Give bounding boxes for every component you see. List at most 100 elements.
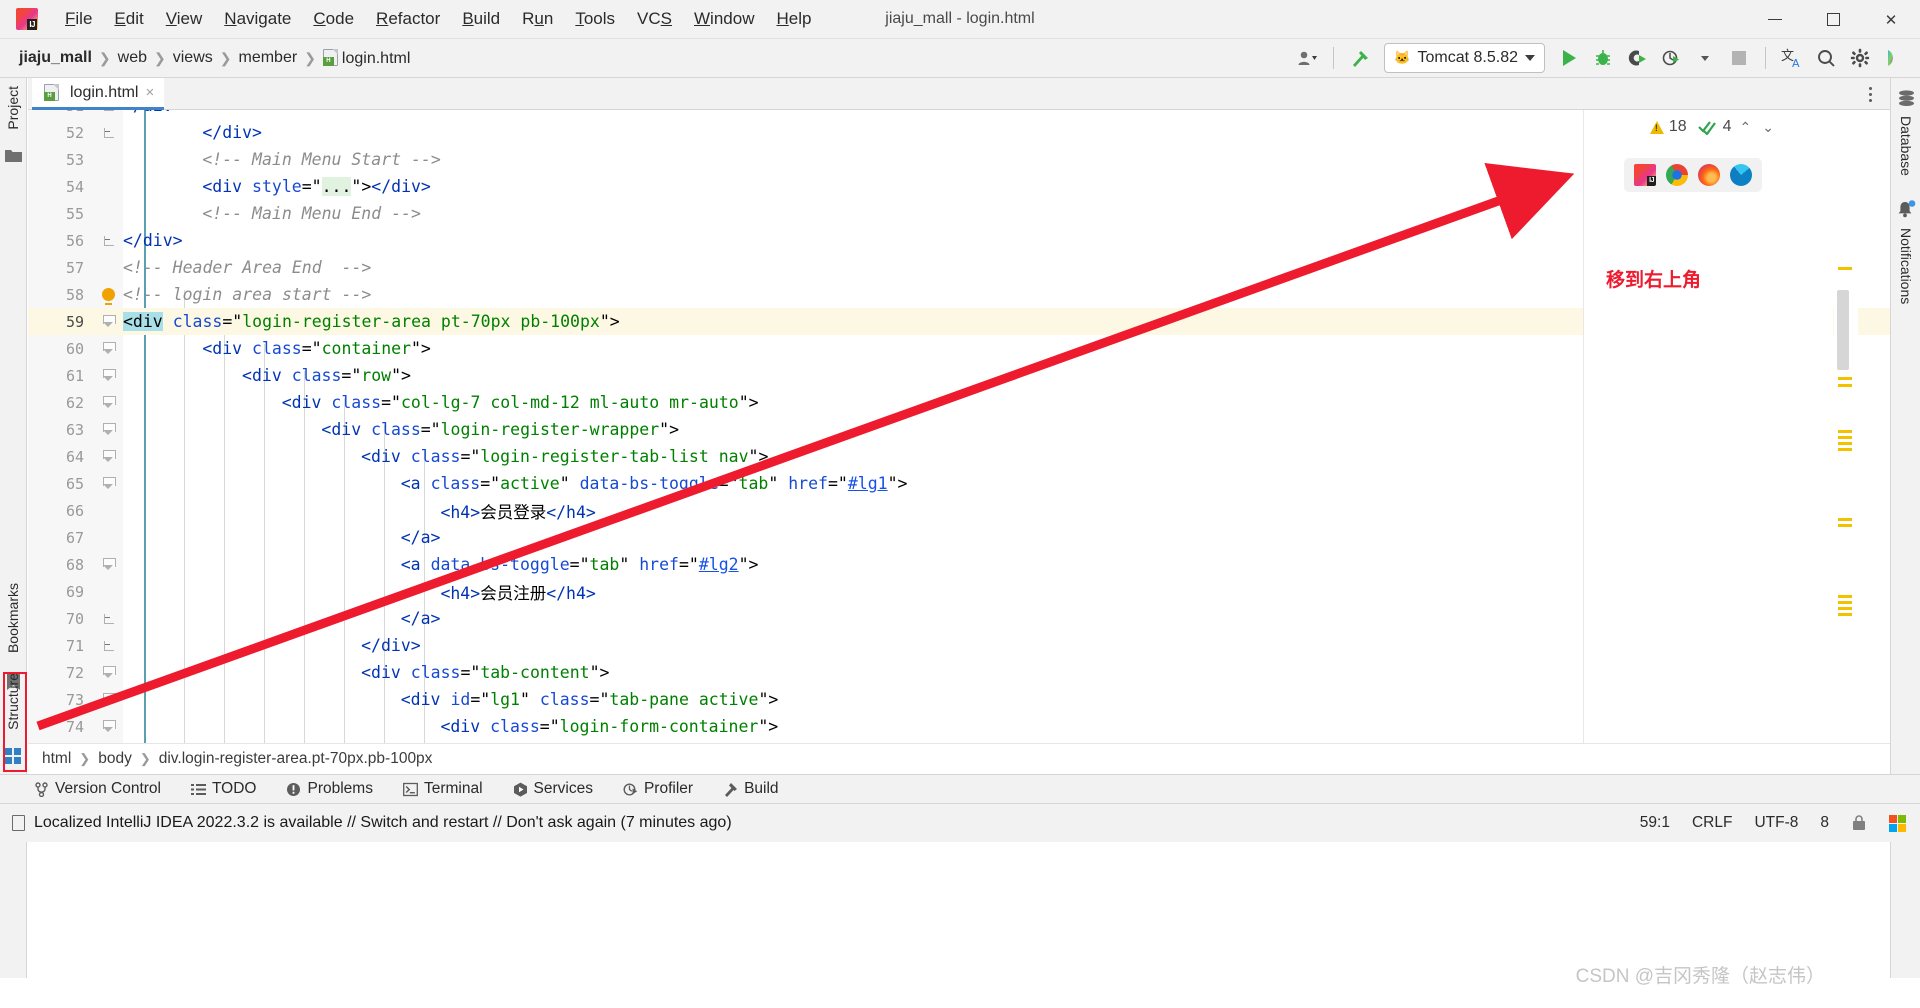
caret-position[interactable]: 59:1	[1640, 814, 1670, 832]
settings-gear-icon[interactable]	[1844, 43, 1876, 73]
breadcrumb-project[interactable]: jiaju_mall	[14, 47, 97, 69]
fold-end-icon[interactable]	[103, 127, 115, 139]
menu-view[interactable]: View	[155, 5, 214, 33]
menu-vcs[interactable]: VCS	[626, 5, 683, 33]
tool-window-bookmarks[interactable]: Bookmarks	[5, 583, 21, 653]
run-button[interactable]	[1553, 43, 1585, 73]
fold-end-icon[interactable]	[103, 235, 115, 247]
editor-tab-login-html[interactable]: H login.html ×	[32, 78, 165, 110]
menu-navigate[interactable]: Navigate	[213, 5, 302, 33]
fold-gutter-marker[interactable]	[94, 692, 123, 707]
fold-collapse-icon[interactable]	[102, 557, 116, 572]
run-configuration-selector[interactable]: 🐱 Tomcat 8.5.82	[1384, 43, 1545, 73]
menu-refactor[interactable]: Refactor	[365, 5, 451, 33]
fold-gutter-marker[interactable]	[94, 288, 123, 305]
breadcrumb-member[interactable]: member	[234, 47, 303, 69]
indent-size[interactable]: 8	[1820, 814, 1829, 832]
intention-bulb-icon[interactable]	[102, 288, 115, 305]
maximize-button[interactable]	[1804, 0, 1862, 39]
intellij-browser-icon[interactable]	[1634, 164, 1656, 186]
chrome-icon[interactable]	[1666, 164, 1688, 186]
fold-gutter-marker[interactable]	[94, 235, 123, 247]
fold-end-icon[interactable]	[103, 613, 115, 625]
fold-gutter-marker[interactable]	[94, 449, 123, 464]
menu-code[interactable]: Code	[302, 5, 365, 33]
editor-scrollbar-thumb[interactable]	[1837, 290, 1849, 370]
user-account-icon[interactable]	[1291, 43, 1323, 73]
breadcrumb-views[interactable]: views	[168, 47, 218, 69]
tool-window-profiler[interactable]: Profiler	[619, 778, 697, 800]
stop-button[interactable]	[1723, 43, 1755, 73]
debug-button[interactable]	[1587, 43, 1619, 73]
fold-gutter-marker[interactable]	[94, 640, 123, 652]
editor-options-kebab-icon[interactable]	[1860, 84, 1880, 104]
fold-gutter-marker[interactable]	[94, 613, 123, 625]
tool-window-version-control[interactable]: Version Control	[30, 778, 165, 800]
fold-gutter-marker[interactable]	[94, 127, 123, 139]
fold-gutter-marker[interactable]	[94, 422, 123, 437]
edge-icon[interactable]	[1730, 164, 1752, 186]
menu-file[interactable]: File	[54, 5, 103, 33]
bottom-breadcrumb-div[interactable]: div.login-register-area.pt-70px.pb-100px	[159, 750, 433, 768]
fold-gutter-marker[interactable]	[94, 341, 123, 356]
fold-gutter-marker[interactable]	[94, 395, 123, 410]
build-hammer-icon[interactable]	[1344, 43, 1376, 73]
fold-collapse-icon[interactable]	[102, 422, 116, 437]
bottom-breadcrumb-html[interactable]: html	[42, 750, 71, 768]
fold-gutter-marker[interactable]	[94, 314, 123, 329]
fold-collapse-icon[interactable]	[102, 341, 116, 356]
fold-collapse-icon[interactable]	[102, 692, 116, 707]
editor-scroll-rail[interactable]	[1834, 110, 1858, 743]
menu-run[interactable]: Run	[511, 5, 564, 33]
breadcrumb-web[interactable]: web	[113, 47, 152, 69]
firefox-icon[interactable]	[1698, 164, 1720, 186]
profiler-button[interactable]	[1655, 43, 1687, 73]
menu-edit[interactable]: Edit	[103, 5, 154, 33]
fold-gutter-marker[interactable]	[94, 665, 123, 680]
line-separator[interactable]: CRLF	[1692, 814, 1732, 832]
fold-gutter-marker[interactable]	[94, 476, 123, 491]
fold-gutter-marker[interactable]	[94, 110, 123, 112]
tool-window-notifications[interactable]: Notifications	[1898, 228, 1914, 304]
folder-icon[interactable]	[5, 148, 22, 163]
next-problem-icon[interactable]: ⌄	[1759, 119, 1777, 136]
tool-window-terminal[interactable]: Terminal	[399, 778, 487, 800]
profiler-dropdown[interactable]	[1689, 43, 1721, 73]
fold-end-icon[interactable]	[103, 640, 115, 652]
translate-icon[interactable]: 文 A	[1776, 43, 1808, 73]
file-encoding[interactable]: UTF-8	[1754, 814, 1798, 832]
fold-gutter-marker[interactable]	[94, 368, 123, 383]
tool-window-services[interactable]: Services	[509, 778, 597, 800]
fold-gutter-marker[interactable]	[94, 719, 123, 734]
previous-problem-icon[interactable]: ⌃	[1737, 119, 1755, 136]
run-with-coverage-button[interactable]	[1621, 43, 1653, 73]
bottom-breadcrumb-body[interactable]: body	[98, 750, 132, 768]
notifications-bell-icon[interactable]	[1897, 200, 1916, 218]
fold-end-icon[interactable]	[103, 110, 115, 112]
tool-window-problems[interactable]: Problems	[282, 778, 376, 800]
search-everywhere-icon[interactable]	[1810, 43, 1842, 73]
minimize-button[interactable]	[1746, 0, 1804, 39]
database-icon[interactable]	[1898, 90, 1915, 107]
lock-icon[interactable]	[1851, 814, 1867, 832]
fold-collapse-icon[interactable]	[102, 476, 116, 491]
fold-collapse-icon[interactable]	[102, 665, 116, 680]
menu-tools[interactable]: Tools	[564, 5, 626, 33]
menu-help[interactable]: Help	[765, 5, 822, 33]
fold-collapse-icon[interactable]	[102, 314, 116, 329]
close-button[interactable]: ✕	[1862, 0, 1920, 39]
fold-collapse-icon[interactable]	[102, 719, 116, 734]
ide-assistant-icon[interactable]	[1878, 43, 1910, 73]
breadcrumb-file[interactable]: H login.html	[318, 47, 415, 70]
status-message[interactable]: Localized IntelliJ IDEA 2022.3.2 is avai…	[34, 814, 732, 832]
fold-collapse-icon[interactable]	[102, 395, 116, 410]
close-icon[interactable]: ×	[145, 84, 154, 101]
fold-collapse-icon[interactable]	[102, 368, 116, 383]
windows-flag-icon[interactable]	[1889, 814, 1906, 832]
tool-window-project[interactable]: Project	[5, 86, 21, 130]
tool-window-database[interactable]: Database	[1898, 116, 1914, 176]
menu-window[interactable]: Window	[683, 5, 765, 33]
fold-collapse-icon[interactable]	[102, 449, 116, 464]
menu-build[interactable]: Build	[451, 5, 511, 33]
tool-window-build[interactable]: Build	[719, 778, 782, 800]
